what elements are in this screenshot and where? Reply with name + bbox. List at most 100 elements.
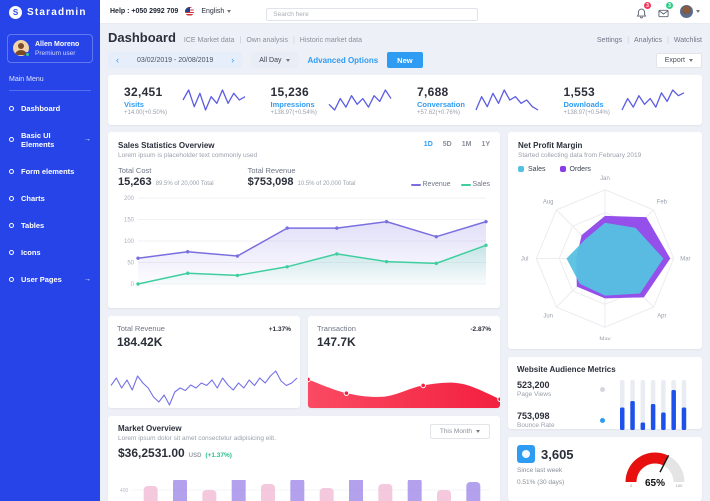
svg-text:200: 200 (124, 196, 135, 202)
day-filter-dropdown[interactable]: All Day (251, 52, 299, 68)
stat-change: +14.00(+0.50%) (124, 109, 168, 116)
chat-bubble-icon (517, 445, 535, 463)
sales-statistics-card: Sales Statistics Overview Lorem ipsum is… (108, 132, 500, 308)
mid-row: Total Revenue +1.37% 184.42K Transaction (108, 316, 500, 408)
page-views-dot-icon (600, 386, 605, 392)
range-tab-1y[interactable]: 1Y (481, 141, 490, 159)
sidebar-item-icons[interactable]: Icons (0, 239, 100, 266)
stat-visits: 32,451 Visits +14.00(+0.50%) (112, 82, 259, 118)
profile-avatar (13, 40, 30, 58)
total-cost-label: Total Cost (118, 166, 152, 175)
link-watchlist[interactable]: Watchlist (674, 37, 702, 44)
card-title: Website Audience Metrics (517, 365, 616, 374)
new-button[interactable]: New (387, 52, 423, 68)
language-selector[interactable]: English (201, 8, 232, 15)
menu-dot-icon (9, 105, 14, 111)
sidebar-profile[interactable]: Allen Moreno Premium user (7, 34, 93, 63)
svg-text:Jun: Jun (543, 313, 553, 319)
sidebar-item-label: Dashboard (21, 103, 61, 113)
breadcrumb-item[interactable]: Own analysis (246, 37, 288, 44)
messages-button[interactable]: 3 (658, 2, 673, 18)
envelope-icon (658, 9, 669, 18)
stat-conversation: 7,688 Conversation +57.62(+0.76%) (405, 82, 552, 118)
sidebar-item-dashboard[interactable]: Dashboard (0, 95, 100, 122)
notifications-button[interactable]: 3 (636, 2, 651, 19)
chevron-down-icon (696, 10, 700, 13)
revenue-value: 184.42K (117, 335, 163, 349)
legend-revenue-label: Revenue (422, 181, 451, 188)
range-tab-1m[interactable]: 1M (462, 141, 472, 159)
svg-text:Mar: Mar (680, 256, 690, 262)
sidebar-item-label: Basic UI Elements (21, 130, 55, 149)
stat-text: 1,553 Downloads +138.97(+0.54%) (564, 85, 610, 116)
sidebar-item-basic-ui-elements[interactable]: Basic UI Elements → (0, 122, 100, 158)
stat-text: 15,236 Impressions +138.97(+0.54%) (271, 85, 317, 116)
app-window: S Staradmin Allen Moreno Premium user Ma… (0, 0, 710, 501)
submenu-arrow-icon: → (84, 275, 91, 283)
sales-card-titles: Sales Statistics Overview Lorem ipsum is… (118, 141, 257, 159)
month-filter-dropdown[interactable]: This Month (429, 424, 490, 439)
notification-badge: 3 (644, 2, 651, 9)
export-button[interactable]: Export (655, 52, 702, 68)
weekly-text: 3,605 Since last week 0.51% (30 days) (517, 445, 574, 493)
advanced-options-link[interactable]: Advanced Options (307, 56, 378, 65)
stat-value: 32,451 (124, 84, 163, 99)
total-cost: Total Cost 15,263 89.5% of 20,000 Total (118, 166, 214, 188)
breadcrumb-item[interactable]: ICE Market data (184, 37, 235, 44)
radar-legend: Sales Orders (518, 166, 692, 173)
link-analytics[interactable]: Analytics (634, 37, 662, 44)
card-subtitle: Started collecting data from February 20… (518, 152, 642, 159)
chevron-down-icon (286, 58, 291, 62)
stat-text: 7,688 Conversation +57.62(+0.76%) (417, 85, 465, 116)
filter-toolbar: ‹ 03/02/2019 - 20/08/2019 › All Day Adva… (108, 52, 702, 68)
total-revenue-label: Total Revenue (247, 166, 296, 175)
svg-text:65%: 65% (645, 478, 665, 488)
sidebar-item-tables[interactable]: Tables (0, 212, 100, 239)
svg-text:Feb: Feb (657, 200, 668, 206)
day-filter-value: All Day (259, 56, 282, 64)
card-title: Net Profit Margin (518, 141, 583, 150)
prev-date-button[interactable]: ‹ (116, 55, 119, 65)
stat-label: Visits (124, 99, 144, 109)
right-column: Net Profit Margin Started collecting dat… (508, 132, 702, 501)
navbar-actions: 3 3 (636, 2, 700, 19)
audience-bar-chart (613, 378, 693, 432)
legend-sales-label: Sales (528, 166, 546, 173)
sidebar-item-label: Form elements (21, 166, 75, 176)
top-navbar: Help : +050 2992 709 English 3 (100, 0, 710, 24)
brand[interactable]: S Staradmin (0, 0, 100, 24)
total-cost-value: 15,263 (118, 176, 152, 188)
card-subtitle: Lorem ipsum is placeholder text commonly… (118, 152, 258, 159)
stat-text: 32,451 Visits +14.00(+0.50%) (124, 85, 167, 116)
range-tab-1d[interactable]: 1D (424, 141, 433, 159)
stat-label: Downloads (563, 99, 604, 109)
search-input[interactable] (266, 7, 479, 21)
link-separator: | (667, 37, 669, 44)
chevron-down-icon (476, 430, 480, 433)
sidebar-item-label: Tables (21, 220, 45, 230)
stat-impressions: 15,236 Impressions +138.97(+0.54%) (259, 82, 406, 118)
legend-sales-label: Sales (472, 181, 490, 188)
metric-value: 753,098 (517, 411, 550, 421)
svg-text:Aug: Aug (543, 200, 554, 206)
left-column: Sales Statistics Overview Lorem ipsum is… (108, 132, 500, 501)
link-settings[interactable]: Settings (597, 37, 622, 44)
range-tab-5d[interactable]: 5D (443, 141, 452, 159)
sidebar-item-user-pages[interactable]: User Pages → (0, 266, 100, 293)
menu-dot-icon (9, 168, 14, 174)
breadcrumb-item[interactable]: Historic market data (300, 37, 362, 44)
revenue-change: +1.37% (268, 326, 291, 333)
svg-text:May: May (599, 337, 610, 340)
next-date-button[interactable]: › (231, 55, 234, 65)
main-area: Help : +050 2992 709 English 3 (100, 0, 710, 501)
sidebar-item-form-elements[interactable]: Form elements (0, 158, 100, 185)
market-value: $36,2531.00 (118, 446, 185, 460)
language-label: English (201, 8, 225, 15)
visits-sparkline-chart (181, 88, 247, 112)
sidebar-item-label: Icons (21, 247, 41, 257)
brand-logo-icon: S (9, 5, 22, 19)
user-menu[interactable] (680, 5, 700, 18)
sidebar-item-charts[interactable]: Charts (0, 185, 100, 212)
total-cost-note: 89.5% of 20,000 Total (155, 181, 214, 187)
menu-dot-icon (9, 249, 14, 255)
